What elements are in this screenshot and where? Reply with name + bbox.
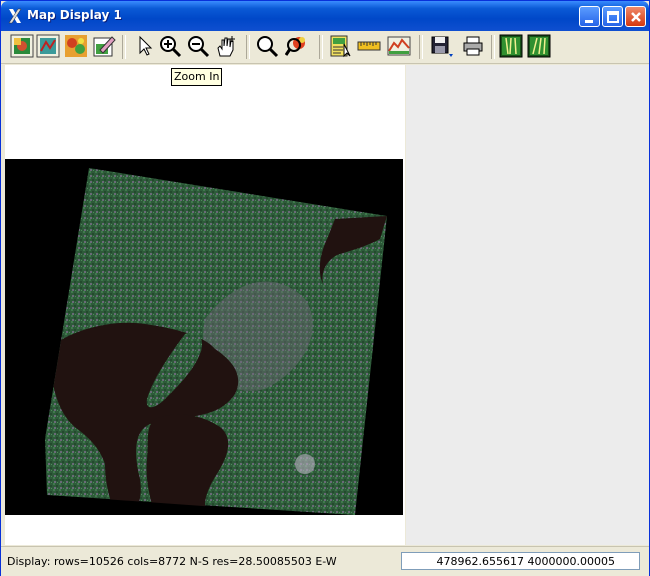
pan-icon[interactable] [214,34,238,58]
vector-display-icon[interactable] [36,34,60,58]
map-canvas[interactable] [5,65,405,545]
coordinate-readout: 478962.655617 4000000.00005 [436,555,615,568]
maximize-icon [607,11,619,23]
minimize-icon [585,20,593,23]
terrain-display-icon[interactable] [64,34,88,58]
save-icon[interactable] [429,34,453,58]
map-image-frame[interactable] [5,159,403,515]
toolbar-separator [246,35,250,59]
edit-layer-icon[interactable] [92,34,116,58]
zoom-region-icon[interactable] [285,34,309,58]
map-layer-icon-2[interactable] [527,34,551,58]
close-button[interactable] [625,6,646,27]
map-display-window: Map Display 1 Zoom In Display: rows=1052… [0,0,650,576]
title-bar[interactable]: Map Display 1 [1,1,649,31]
zoom-in-tooltip: Zoom In [171,68,223,86]
window-title: Map Display 1 [27,8,122,22]
raster-display-icon[interactable] [10,34,34,58]
toolbar-separator [319,35,323,59]
close-icon [631,12,641,22]
toolbar-separator [122,35,126,59]
zoom-full-icon[interactable] [255,34,279,58]
maximize-button[interactable] [602,6,623,27]
profile-icon[interactable] [387,34,411,58]
display-info-text: Display: rows=10526 cols=8772 N-S res=28… [7,555,337,568]
zoom-out-icon[interactable] [186,34,210,58]
select-pointer-icon[interactable] [132,34,156,58]
query-icon[interactable] [329,34,353,58]
toolbar-separator [419,35,423,59]
minimize-button[interactable] [579,6,600,27]
x-app-icon [8,8,22,24]
side-panel [406,65,649,545]
coordinate-field: 478962.655617 4000000.00005 [401,552,640,570]
status-bar: Display: rows=10526 cols=8772 N-S res=28… [1,546,649,576]
map-layer-icon-1[interactable] [499,34,523,58]
toolbar [1,31,649,64]
toolbar-separator [491,35,495,59]
measure-icon[interactable] [357,34,381,58]
zoom-in-icon[interactable] [158,34,182,58]
satellite-image [45,168,387,515]
print-icon[interactable] [461,34,485,58]
